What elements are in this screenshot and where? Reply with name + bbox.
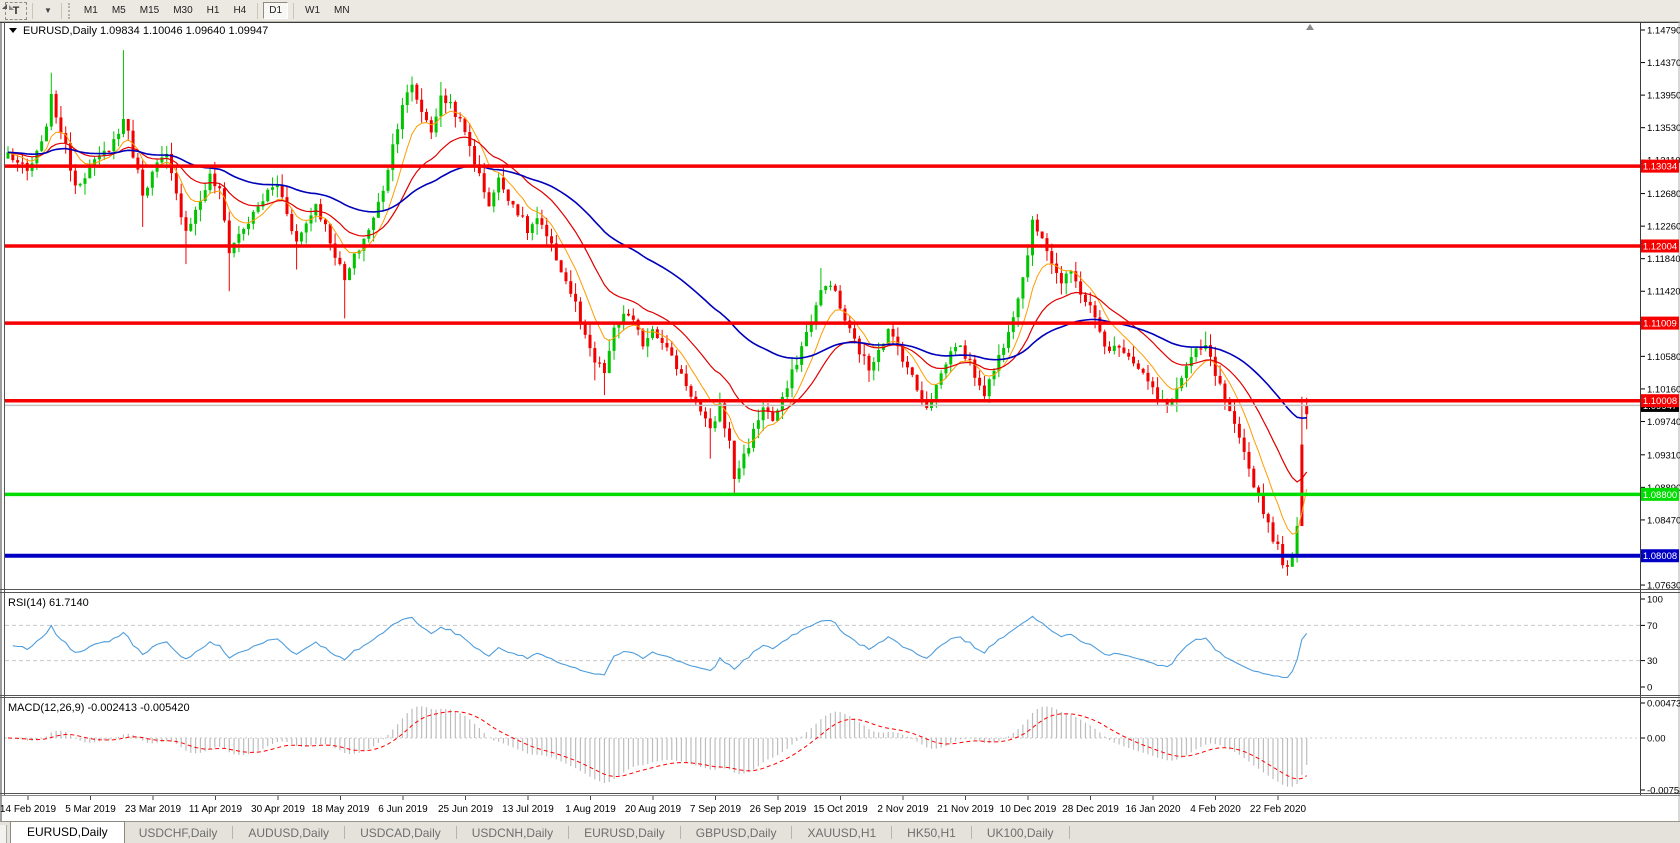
chart-tab-eurusd-active[interactable]: EURUSD,Daily [10, 821, 125, 843]
rsi-axis-label: 30 [1647, 656, 1658, 667]
price-axis-label: 1.13530 [1647, 123, 1680, 134]
date-axis-label: 4 Feb 2020 [1190, 804, 1241, 815]
tab-separator [568, 826, 569, 839]
price-axis-label: 1.12260 [1647, 222, 1680, 233]
rsi-indicator-label: RSI(14) 61.7140 [8, 597, 89, 609]
tab-separator [791, 826, 792, 839]
top-toolbar: T ▼ M1 M5 M15 M30 H1 H4 D1 W1 MN [0, 0, 1680, 22]
date-axis-label: 22 Feb 2020 [1250, 804, 1307, 815]
toolbar-separator [293, 3, 294, 19]
chart-title: EURUSD,Daily 1.09834 1.10046 1.09640 1.0… [23, 25, 268, 37]
chart-window: 1.147901.143701.139501.135301.131101.126… [0, 0, 1680, 843]
timeframe-button-m30[interactable]: M30 [167, 2, 198, 19]
timeframe-button-m15[interactable]: M15 [134, 2, 165, 19]
pointer-tools-button[interactable]: ▼ [38, 3, 56, 19]
chart-tab-gbpusd[interactable]: GBPUSD,Daily [682, 824, 791, 843]
chart-tab-bar: EURUSD,Daily USDCHF,Daily AUDUSD,Daily U… [0, 821, 1680, 843]
rsi-layer [5, 616, 1640, 677]
chart-tab-usdcnh[interactable]: USDCNH,Daily [458, 824, 567, 843]
toolbar-separator [61, 3, 62, 19]
macd-axis-label: 0.00 [1647, 734, 1666, 745]
moving-average-55 [8, 149, 1307, 419]
date-axis-label: 26 Sep 2019 [750, 804, 807, 815]
tab-separator [232, 826, 233, 839]
rsi-axis-label: 100 [1647, 595, 1663, 606]
tab-separator [680, 826, 681, 839]
date-axis-label: 13 Jul 2019 [502, 804, 554, 815]
chart-shift-marker-icon[interactable] [1306, 24, 1314, 30]
tab-separator [1069, 826, 1070, 839]
chart-tab-usdchf[interactable]: USDCHF,Daily [125, 824, 232, 843]
tab-separator [456, 826, 457, 839]
axis-labels-layer: 1.147901.143701.139501.135301.131101.126… [0, 26, 1680, 816]
price-badge-label: 1.08800 [1643, 490, 1677, 501]
price-axis-label: 1.09740 [1647, 417, 1680, 428]
toolbar-separator [257, 3, 258, 19]
tab-separator [971, 826, 972, 839]
toolbar-separator [32, 3, 33, 19]
tab-separator [891, 826, 892, 839]
price-badge-label: 1.10008 [1643, 396, 1677, 407]
chart-tab-usdcad[interactable]: USDCAD,Daily [346, 824, 455, 843]
date-axis-label: 2 Nov 2019 [877, 804, 929, 815]
date-axis-label: 16 Jan 2020 [1125, 804, 1180, 815]
timeframe-button-h4[interactable]: H4 [227, 2, 252, 19]
date-axis-label: 15 Oct 2019 [813, 804, 868, 815]
chart-tab-audusd[interactable]: AUDUSD,Daily [234, 824, 343, 843]
chart-menu-caret-icon[interactable] [9, 28, 17, 33]
date-axis-label: 5 Mar 2019 [65, 804, 116, 815]
macd-axis-label: 0.004738 [1647, 699, 1680, 710]
price-axis-label: 1.10580 [1647, 352, 1680, 363]
chart-tab-xauusd[interactable]: XAUUSD,H1 [793, 824, 890, 843]
rsi-axis-label: 0 [1647, 683, 1652, 694]
price-badge-label: 1.12004 [1643, 241, 1677, 252]
date-axis-label: 30 Apr 2019 [251, 804, 305, 815]
timeframe-button-mn[interactable]: MN [328, 2, 356, 19]
macd-axis-label: -0.00758 [1647, 786, 1680, 797]
price-axis-label: 1.12680 [1647, 189, 1680, 200]
date-axis-label: 14 Feb 2019 [0, 804, 57, 815]
chart-tab-eurusd2[interactable]: EURUSD,Daily [570, 824, 679, 843]
date-axis-label: 20 Aug 2019 [625, 804, 682, 815]
price-badge-label: 1.08008 [1643, 551, 1677, 562]
tab-separator [344, 826, 345, 839]
date-axis-label: 1 Aug 2019 [565, 804, 616, 815]
price-axis-label: 1.11840 [1647, 254, 1680, 265]
date-axis-label: 21 Nov 2019 [937, 804, 994, 815]
date-axis-label: 25 Jun 2019 [438, 804, 493, 815]
chart-tab-uk100[interactable]: UK100,Daily [973, 824, 1068, 843]
date-axis-label: 23 Mar 2019 [125, 804, 182, 815]
timeframe-button-d1[interactable]: D1 [263, 2, 288, 19]
toolbar-grip[interactable] [68, 3, 73, 19]
price-badge-label: 1.11009 [1643, 319, 1677, 330]
price-axis-label: 1.09310 [1647, 450, 1680, 461]
dropdown-caret-icon[interactable]: ▼ [44, 6, 52, 15]
macd-indicator-label: MACD(12,26,9) -0.002413 -0.005420 [8, 702, 190, 714]
date-axis-label: 18 May 2019 [312, 804, 370, 815]
price-axis-label: 1.08470 [1647, 515, 1680, 526]
timeframe-button-h1[interactable]: H1 [201, 2, 226, 19]
macd-layer [5, 706, 1640, 786]
date-axis-label: 28 Dec 2019 [1062, 804, 1119, 815]
timeframe-button-m5[interactable]: M5 [106, 2, 132, 19]
moving-average-21 [8, 137, 1307, 482]
tab-scroll-sliver[interactable] [0, 825, 7, 843]
price-axis-label: 1.10160 [1647, 384, 1680, 395]
price-axis-label: 1.07630 [1647, 581, 1680, 592]
date-axis-label: 7 Sep 2019 [690, 804, 742, 815]
date-axis-label: 10 Dec 2019 [1000, 804, 1057, 815]
candles-layer[interactable] [7, 50, 1309, 576]
horizontal-lines-layer[interactable] [5, 166, 1640, 556]
date-axis-label: 6 Jun 2019 [378, 804, 428, 815]
price-axis-label: 1.14790 [1647, 26, 1680, 37]
price-axis-label: 1.11420 [1647, 287, 1680, 298]
price-axis-label: 1.14370 [1647, 58, 1680, 69]
rsi-axis-label: 70 [1647, 621, 1658, 632]
timeframe-button-m1[interactable]: M1 [78, 2, 104, 19]
price-axis-label: 1.13950 [1647, 91, 1680, 102]
price-badge-label: 1.13034 [1643, 162, 1677, 173]
chart-tab-hk50[interactable]: HK50,H1 [893, 824, 970, 843]
timeframe-button-w1[interactable]: W1 [299, 2, 326, 19]
date-axis-label: 11 Apr 2019 [189, 804, 243, 815]
